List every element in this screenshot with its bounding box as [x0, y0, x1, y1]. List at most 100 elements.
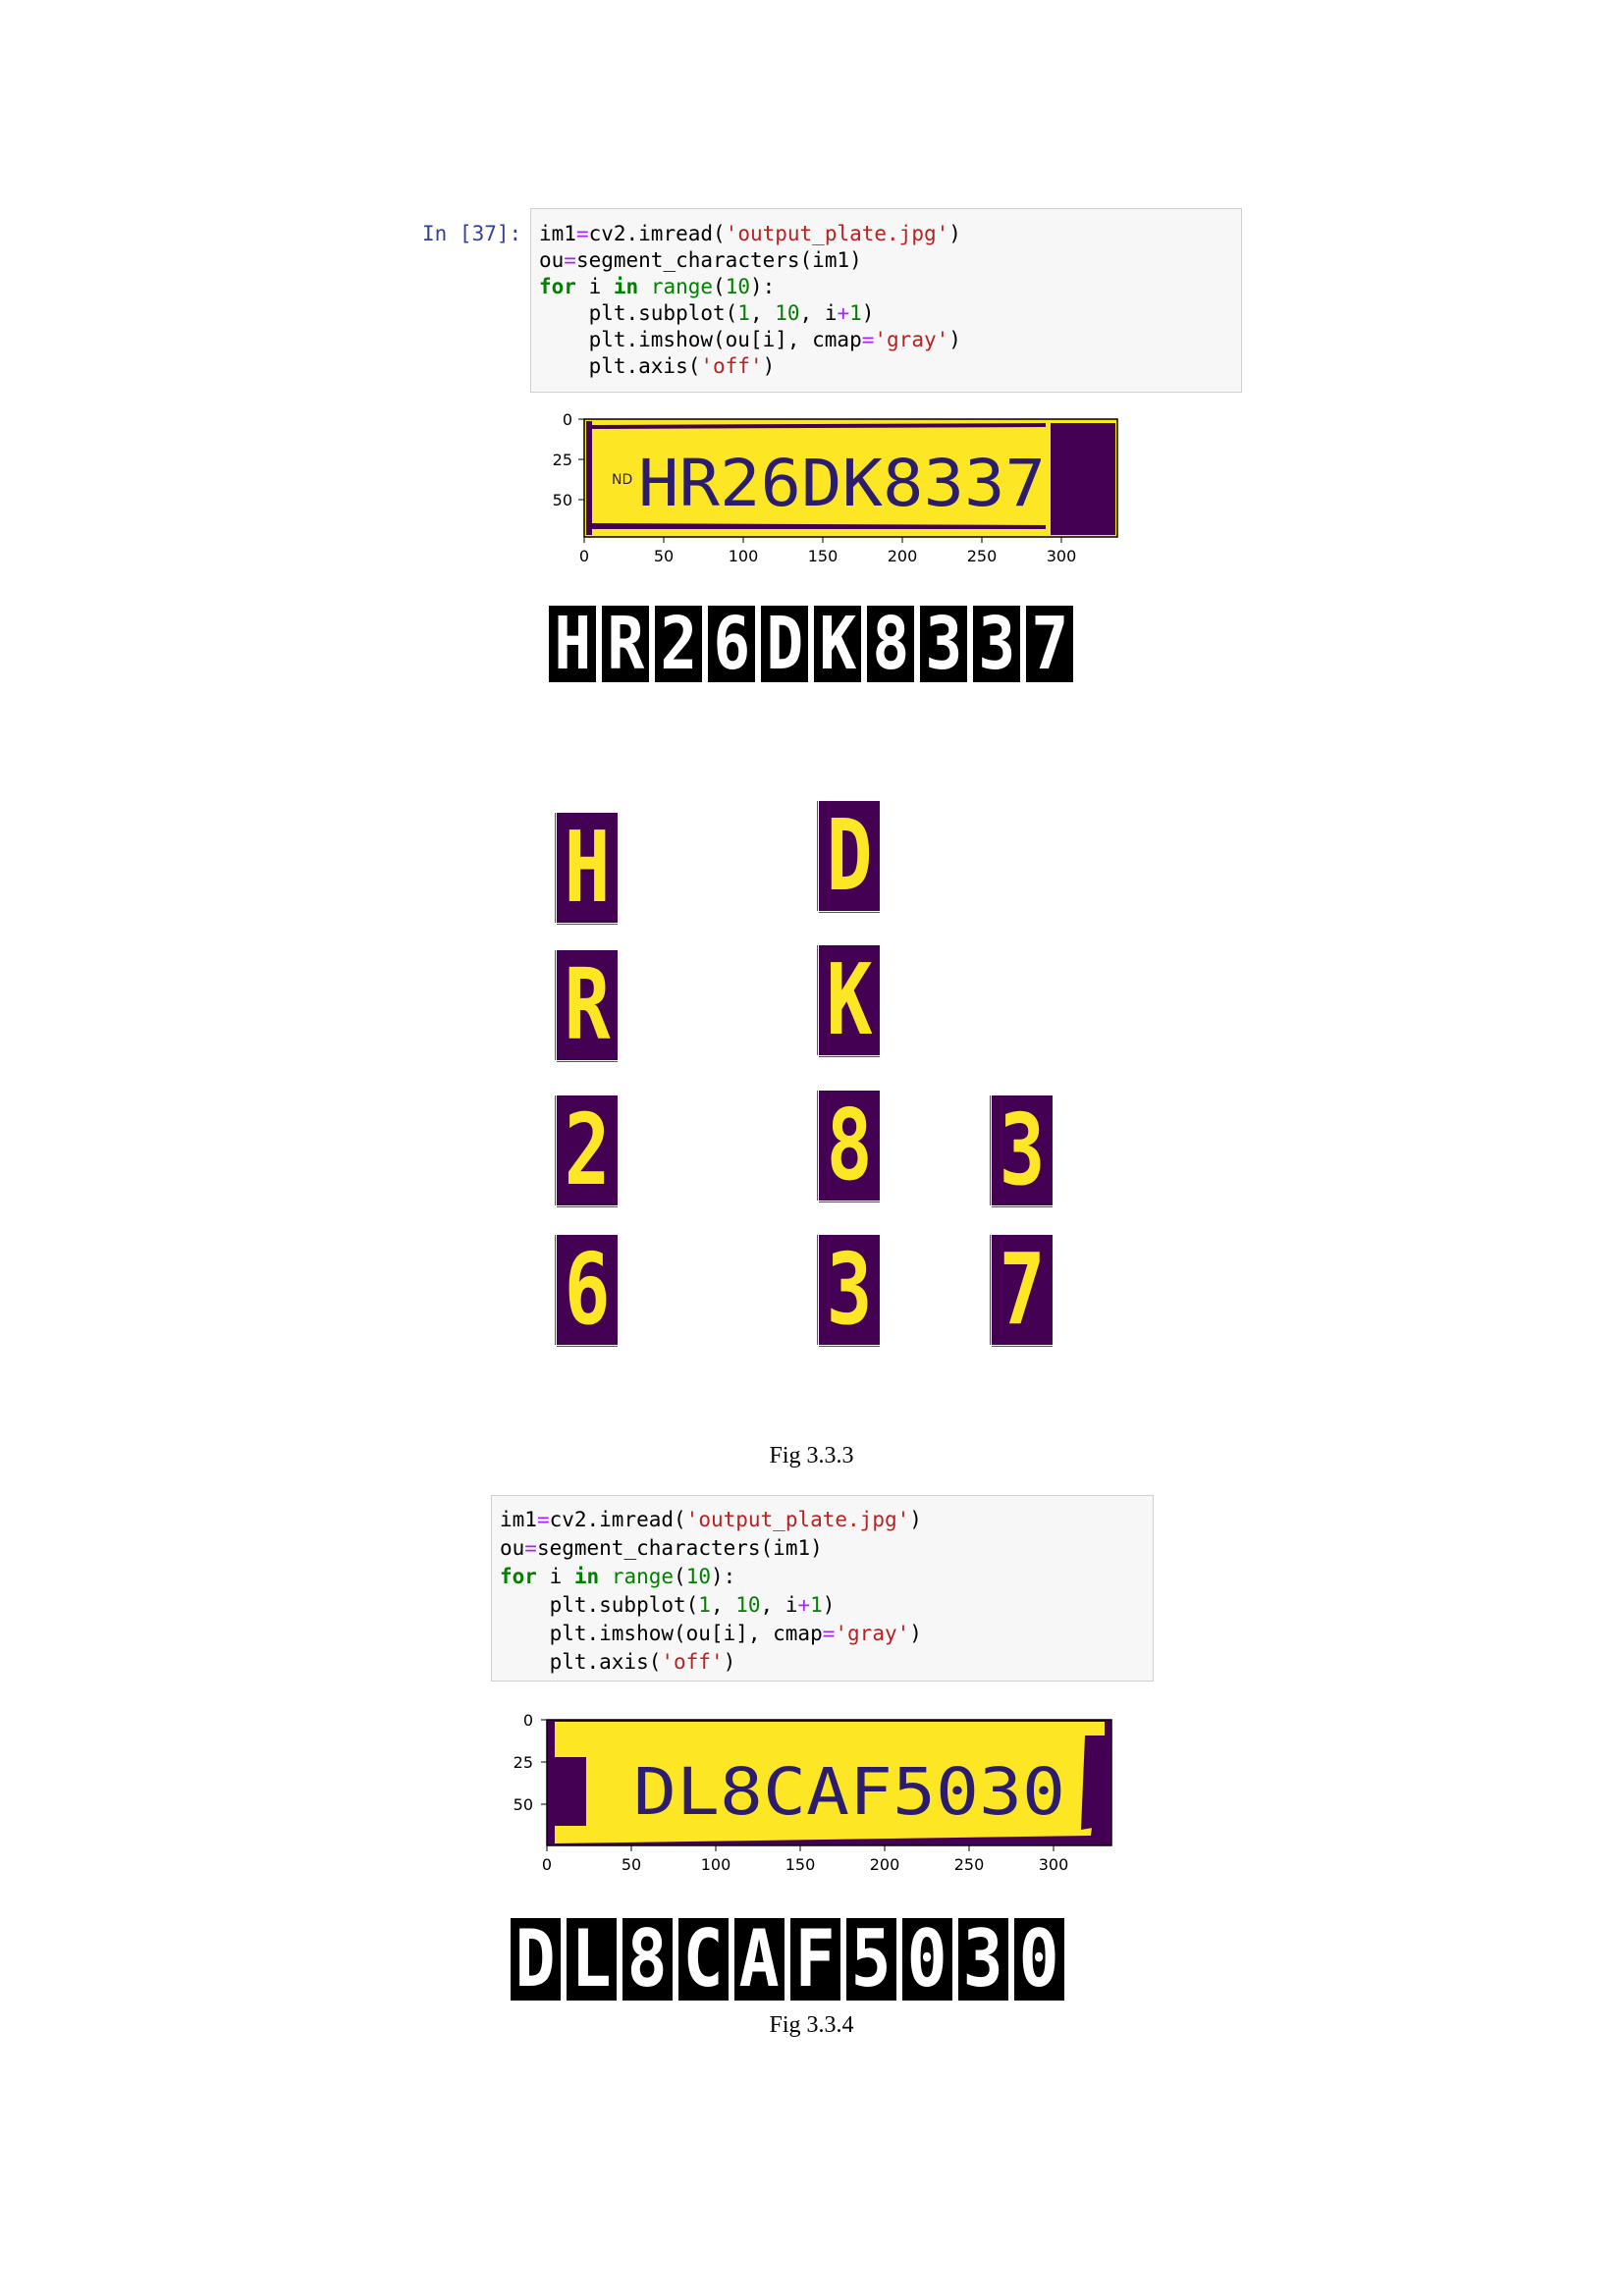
- code-token: 10: [685, 1565, 711, 1588]
- code-block: im1=cv2.imread('output_plate.jpg') ou=se…: [539, 221, 961, 380]
- code-token: plt.imshow(ou[i], cmap: [500, 1622, 823, 1645]
- segmented-character-tile: 3: [809, 1227, 880, 1355]
- binary-character: L: [565, 1916, 619, 2002]
- segmented-character-tile: R: [547, 942, 618, 1070]
- code-cell-2[interactable]: im1=cv2.imread('output_plate.jpg') ou=se…: [491, 1495, 1154, 1682]
- code-token: ): [948, 222, 961, 245]
- segmented-character-tile: 3: [982, 1088, 1053, 1215]
- code-token: for: [539, 275, 576, 298]
- code-token: segment_characters(im1): [536, 1536, 823, 1560]
- code-token: cv2.imread(: [588, 222, 726, 245]
- code-token: 1: [737, 301, 750, 325]
- code-token: =: [861, 328, 875, 351]
- plate-dark-right: [1051, 423, 1115, 535]
- tile-glyph: 3: [826, 1232, 873, 1347]
- code-token: ): [948, 328, 961, 351]
- cell-prompt: In [37]:: [422, 222, 522, 245]
- plate-dark-left: [555, 1757, 586, 1826]
- y-axis: 0 25 50: [553, 410, 584, 509]
- tile-y-axis: [547, 1095, 556, 1205]
- code-token: ): [723, 1650, 736, 1674]
- segmented-character-tile: K: [809, 937, 880, 1065]
- tile-x-axis: [557, 1346, 618, 1353]
- y-tick-label: 0: [563, 410, 572, 429]
- x-tick-label: 100: [729, 547, 759, 565]
- code-token: 1: [810, 1593, 823, 1617]
- plate-text: DL8CAF5030: [633, 1754, 1065, 1830]
- y-tick-label: 50: [553, 491, 572, 509]
- tile-y-axis: [809, 1091, 818, 1201]
- tile-image: 3: [819, 1235, 880, 1345]
- tile-image: R: [557, 950, 618, 1060]
- plate-text: HR26DK8337: [638, 446, 1046, 521]
- plate-plot-2: DL8CAF5030 0 25 50 0 50 100 150 200 250 …: [514, 1711, 1112, 1874]
- code-token: 'gray': [835, 1622, 910, 1645]
- x-tick-label: 250: [967, 547, 998, 565]
- code-token: plt.subplot(: [539, 301, 738, 325]
- tile-y-axis: [809, 945, 818, 1055]
- plate-border-left: [586, 421, 592, 535]
- code-token: plt.imshow(ou[i], cmap: [539, 328, 862, 351]
- code-token: plt.subplot(: [500, 1593, 699, 1617]
- code-token: in: [613, 275, 639, 298]
- y-tick-label: 25: [514, 1753, 533, 1772]
- code-token: segment_characters(im1): [575, 248, 862, 272]
- binary-character: D: [759, 604, 810, 684]
- x-tick-label: 300: [1039, 1855, 1069, 1874]
- code-token: i: [575, 275, 614, 298]
- binary-character: 0: [1012, 1916, 1066, 2002]
- tile-glyph: 3: [999, 1093, 1046, 1207]
- tile-y-axis: [809, 1235, 818, 1345]
- tile-y-axis: [547, 1235, 556, 1345]
- x-tick-label: 100: [701, 1855, 731, 1874]
- binary-character-strip-1: HR26DK8337: [547, 604, 1075, 684]
- code-token: =: [575, 222, 589, 245]
- plate-plot-1: ND HR26DK8337 0 25 50 0 50 100 150 200 2…: [553, 410, 1118, 565]
- tile-glyph: 8: [826, 1088, 873, 1202]
- code-token: im1: [539, 222, 576, 245]
- tile-image: K: [819, 945, 880, 1055]
- code-token: =: [536, 1508, 550, 1531]
- tile-y-axis: [982, 1235, 991, 1345]
- x-tick-label: 150: [785, 1855, 816, 1874]
- tile-glyph: K: [826, 942, 873, 1057]
- code-token: (: [713, 275, 726, 298]
- tile-x-axis: [819, 1201, 880, 1208]
- tile-x-axis: [557, 1061, 618, 1068]
- binary-character: 3: [971, 604, 1022, 684]
- segmented-character-tile: 6: [547, 1227, 618, 1355]
- code-cell-1[interactable]: im1=cv2.imread('output_plate.jpg') ou=se…: [530, 208, 1242, 393]
- code-token: 10: [735, 1593, 761, 1617]
- code-token: (: [674, 1565, 686, 1588]
- code-token: =: [822, 1622, 836, 1645]
- binary-character-strip-2: DL8CAF5030: [509, 1916, 1066, 2002]
- x-tick-label: 50: [622, 1855, 641, 1874]
- code-token: ):: [750, 275, 776, 298]
- code-token: ,: [710, 1593, 736, 1617]
- binary-character: F: [788, 1916, 842, 2002]
- tile-y-axis: [982, 1095, 991, 1205]
- tile-x-axis: [819, 1056, 880, 1063]
- binary-character: H: [547, 604, 598, 684]
- code-token: 'gray': [874, 328, 949, 351]
- binary-character: 2: [653, 604, 704, 684]
- tile-glyph: 2: [564, 1093, 611, 1207]
- binary-character: R: [600, 604, 651, 684]
- code-token: for: [500, 1565, 537, 1588]
- tile-glyph: R: [564, 947, 611, 1062]
- code-token: =: [524, 1536, 537, 1560]
- binary-character: 3: [956, 1916, 1010, 2002]
- tile-y-axis: [547, 813, 556, 923]
- x-tick-label: 200: [888, 547, 918, 565]
- code-token: plt.axis(: [500, 1650, 662, 1674]
- code-token: ): [909, 1508, 922, 1531]
- code-token: 10: [725, 275, 750, 298]
- x-axis: 0 50 100 150 200 250 300: [579, 537, 1076, 565]
- tile-y-axis: [809, 801, 818, 911]
- segmented-character-tile: 7: [982, 1227, 1053, 1355]
- code-token: ): [762, 354, 776, 378]
- y-tick-label: 50: [514, 1795, 533, 1814]
- binary-character: C: [676, 1916, 730, 2002]
- tile-image: D: [819, 801, 880, 911]
- code-token: , i: [760, 1593, 798, 1617]
